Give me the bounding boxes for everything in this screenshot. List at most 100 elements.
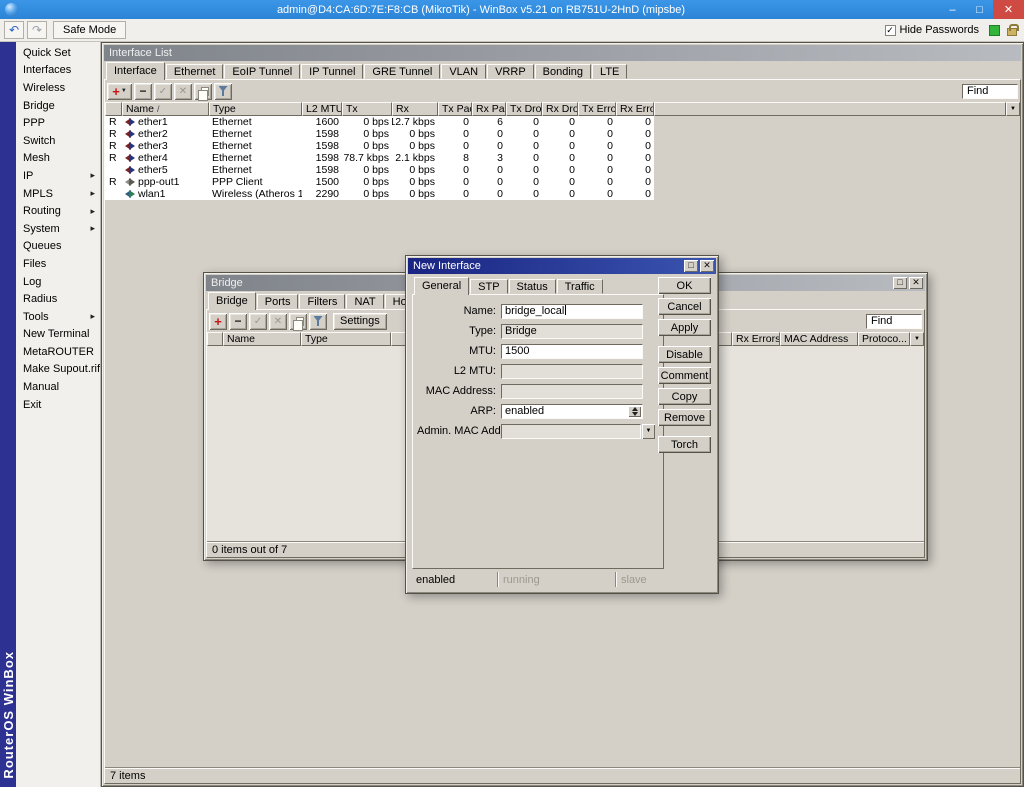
sidebar-item-quick-set[interactable]: Quick Set bbox=[16, 44, 100, 62]
tab-eoip-tunnel[interactable]: EoIP Tunnel bbox=[224, 64, 300, 79]
bridge-disable-button[interactable]: ✕ bbox=[269, 313, 287, 330]
column-header-l2-mtu[interactable]: L2 MTU bbox=[302, 102, 342, 116]
tab-ethernet[interactable]: Ethernet bbox=[166, 64, 224, 79]
sidebar-item-routing[interactable]: Routing▸ bbox=[16, 202, 100, 220]
arp-spinner-icon[interactable] bbox=[628, 406, 641, 417]
column-header-flag[interactable] bbox=[105, 102, 122, 116]
bridge-column-select-button[interactable]: ▼ bbox=[910, 332, 924, 346]
remove-button[interactable]: − bbox=[134, 83, 152, 100]
bridge-filter-button[interactable] bbox=[309, 313, 327, 330]
bridge-column-header-type[interactable]: Type bbox=[301, 332, 391, 346]
tab-ip-tunnel[interactable]: IP Tunnel bbox=[301, 64, 363, 79]
ok-button[interactable]: OK bbox=[658, 277, 711, 294]
tab-bonding[interactable]: Bonding bbox=[535, 64, 591, 79]
sidebar-item-queues[interactable]: Queues bbox=[16, 238, 100, 256]
table-row[interactable]: ether5Ethernet15980 bps0 bps000000 bbox=[105, 164, 654, 176]
name-input[interactable]: bridge_local bbox=[501, 304, 643, 319]
admin-mac-dropdown-button[interactable]: ▼ bbox=[642, 424, 655, 439]
bridge-tab-filters[interactable]: Filters bbox=[299, 294, 345, 309]
sidebar-item-log[interactable]: Log bbox=[16, 273, 100, 291]
bridge-comment-button[interactable] bbox=[289, 313, 307, 330]
bridge-find-box[interactable]: Find bbox=[866, 314, 922, 329]
interface-list-titlebar[interactable]: Interface List bbox=[104, 45, 1021, 61]
copy-button[interactable]: Copy bbox=[658, 388, 711, 405]
column-header-rx[interactable]: Rx bbox=[392, 102, 438, 116]
sidebar-item-tools[interactable]: Tools▸ bbox=[16, 308, 100, 326]
dialog-close-button[interactable]: ✕ bbox=[700, 260, 714, 272]
column-header-rx-pac[interactable]: Rx Pac... bbox=[472, 102, 506, 116]
sidebar-item-make-supout-rif[interactable]: Make Supout.rif bbox=[16, 361, 100, 379]
bridge-column-header-mac-address[interactable]: MAC Address bbox=[780, 332, 858, 346]
dialog-titlebar[interactable]: New Interface □ ✕ bbox=[408, 258, 716, 274]
tab-interface[interactable]: Interface bbox=[106, 62, 165, 80]
bridge-column-header-rx-errors[interactable]: Rx Errors bbox=[732, 332, 780, 346]
sidebar-item-mpls[interactable]: MPLS▸ bbox=[16, 185, 100, 203]
column-select-button[interactable]: ▼ bbox=[1006, 102, 1020, 116]
maximize-button[interactable]: □ bbox=[966, 0, 993, 19]
sidebar-item-mesh[interactable]: Mesh bbox=[16, 150, 100, 168]
tab-gre-tunnel[interactable]: GRE Tunnel bbox=[364, 64, 440, 79]
add-interface-button[interactable]: +▼ bbox=[107, 83, 132, 100]
table-row[interactable]: wlan1Wireless (Atheros 11N)22900 bps0 bp… bbox=[105, 188, 654, 200]
tab-vrrp[interactable]: VRRP bbox=[487, 64, 534, 79]
sidebar-item-ip[interactable]: IP▸ bbox=[16, 167, 100, 185]
bridge-maximize-button[interactable]: □ bbox=[893, 277, 907, 289]
bridge-remove-button[interactable]: − bbox=[229, 313, 247, 330]
comment-button[interactable]: Comment bbox=[658, 367, 711, 384]
torch-button[interactable]: Torch bbox=[658, 436, 711, 453]
sidebar-item-switch[interactable]: Switch bbox=[16, 132, 100, 150]
column-header-tx[interactable]: Tx bbox=[342, 102, 392, 116]
column-header-rx-errors[interactable]: Rx Errors bbox=[616, 102, 654, 116]
comment-button[interactable] bbox=[194, 83, 212, 100]
enable-button[interactable]: ✓ bbox=[154, 83, 172, 100]
cancel-button[interactable]: Cancel bbox=[658, 298, 711, 315]
dialog-tab-stp[interactable]: STP bbox=[470, 279, 507, 294]
tab-lte[interactable]: LTE bbox=[592, 64, 627, 79]
column-header-tx-pac[interactable]: Tx Pac... bbox=[438, 102, 472, 116]
bridge-column-header-name[interactable]: Name bbox=[223, 332, 301, 346]
column-header-type[interactable]: Type bbox=[209, 102, 302, 116]
table-row[interactable]: Rether3Ethernet15980 bps0 bps000000 bbox=[105, 140, 654, 152]
bridge-close-button[interactable]: ✕ bbox=[909, 277, 923, 289]
find-box[interactable]: Find bbox=[962, 84, 1018, 99]
bridge-settings-button[interactable]: Settings bbox=[333, 313, 387, 330]
disable-button[interactable]: ✕ bbox=[174, 83, 192, 100]
bridge-tab-nat[interactable]: NAT bbox=[346, 294, 383, 309]
sidebar-item-radius[interactable]: Radius bbox=[16, 290, 100, 308]
app-titlebar[interactable]: admin@D4:CA:6D:7E:F8:CB (MikroTik) - Win… bbox=[0, 0, 1024, 19]
dialog-tab-status[interactable]: Status bbox=[509, 279, 556, 294]
sidebar-item-bridge[interactable]: Bridge bbox=[16, 97, 100, 115]
mtu-input[interactable]: 1500 bbox=[501, 344, 643, 359]
dialog-tab-general[interactable]: General bbox=[414, 277, 469, 295]
table-row[interactable]: Rether4Ethernet159878.7 kbps2.1 kbps8300… bbox=[105, 152, 654, 164]
sidebar-item-interfaces[interactable]: Interfaces bbox=[16, 62, 100, 80]
column-header-rx-drops[interactable]: Rx Drops bbox=[542, 102, 578, 116]
table-row[interactable]: Rether2Ethernet15980 bps0 bps000000 bbox=[105, 128, 654, 140]
hide-passwords-checkbox[interactable]: ✓ Hide Passwords bbox=[885, 24, 979, 36]
dialog-maximize-button[interactable]: □ bbox=[684, 260, 698, 272]
arp-select[interactable]: enabled bbox=[501, 404, 643, 419]
redo-button[interactable]: ↷ bbox=[27, 21, 47, 39]
tab-vlan[interactable]: VLAN bbox=[441, 64, 486, 79]
sidebar-item-files[interactable]: Files bbox=[16, 255, 100, 273]
column-header-name[interactable]: Name/ bbox=[122, 102, 209, 116]
remove-button[interactable]: Remove bbox=[658, 409, 711, 426]
table-row[interactable]: Rppp-out1PPP Client15000 bps0 bps000000 bbox=[105, 176, 654, 188]
close-button[interactable]: ✕ bbox=[993, 0, 1024, 19]
minimize-button[interactable]: – bbox=[939, 0, 966, 19]
sidebar-item-ppp[interactable]: PPP bbox=[16, 114, 100, 132]
sidebar-item-new-terminal[interactable]: New Terminal bbox=[16, 326, 100, 344]
dialog-tab-traffic[interactable]: Traffic bbox=[557, 279, 603, 294]
table-row[interactable]: Rether1Ethernet16000 bps12.7 kbps060000 bbox=[105, 116, 654, 128]
disable-button[interactable]: Disable bbox=[658, 346, 711, 363]
sidebar-item-exit[interactable]: Exit bbox=[16, 396, 100, 414]
filter-button[interactable] bbox=[214, 83, 232, 100]
sidebar-item-wireless[interactable]: Wireless bbox=[16, 79, 100, 97]
safe-mode-button[interactable]: Safe Mode bbox=[53, 21, 126, 39]
bridge-tab-ports[interactable]: Ports bbox=[257, 294, 299, 309]
apply-button[interactable]: Apply bbox=[658, 319, 711, 336]
column-header-tx-errors[interactable]: Tx Errors bbox=[578, 102, 616, 116]
bridge-tab-bridge[interactable]: Bridge bbox=[208, 292, 256, 310]
undo-button[interactable]: ↶ bbox=[4, 21, 24, 39]
sidebar-item-metarouter[interactable]: MetaROUTER bbox=[16, 343, 100, 361]
